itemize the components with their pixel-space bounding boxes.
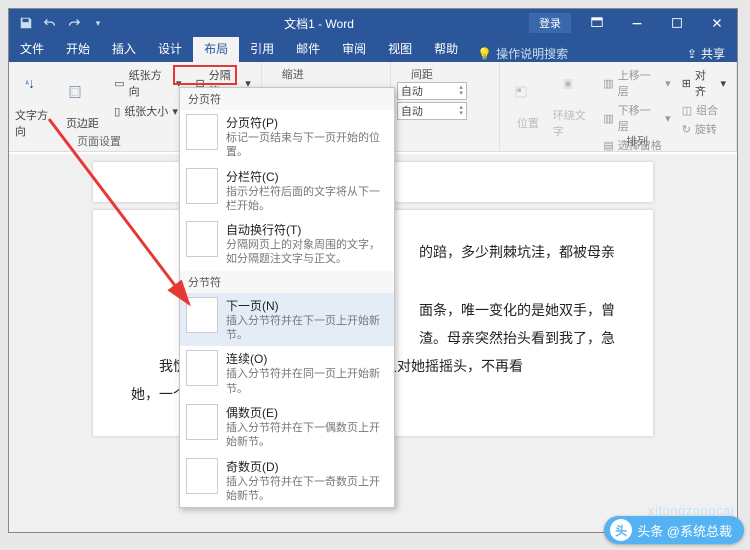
send-backward-button: ▥ 下移一层 ▾ (599, 101, 674, 135)
dd-column-break[interactable]: 分栏符(C)指示分栏符后面的文字将从下一栏开始。 (180, 164, 394, 218)
wrap-label: 环绕文字 (553, 107, 597, 139)
even-page-icon (186, 404, 218, 440)
tab-help[interactable]: 帮助 (423, 37, 469, 62)
arrange-group-label: 排列 (597, 133, 677, 149)
watermark-handle: 头条 @系统总裁 (637, 521, 732, 540)
spacing-before-value: 自动 (401, 83, 423, 99)
title-bar: ▾ 文档1 - Word 登录 (9, 9, 737, 37)
login-button[interactable]: 登录 (529, 13, 571, 33)
text-wrap-icon (186, 221, 218, 257)
page-break-icon (186, 114, 218, 150)
qat-customize[interactable]: ▾ (87, 12, 109, 34)
tab-design[interactable]: 设计 (147, 37, 193, 62)
redo-button[interactable] (63, 12, 85, 34)
breaks-dropdown: 分页符 分页符(P)标记一页结束与下一页开始的位置。 分栏符(C)指示分栏符后面… (179, 87, 395, 508)
next-page-icon (186, 297, 218, 333)
close-button[interactable] (697, 9, 737, 37)
rotate-label: 旋转 (695, 121, 717, 137)
tell-me-search[interactable]: 💡 操作说明搜索 (469, 45, 568, 62)
watermark-badge: 头 头条 @系统总裁 (604, 516, 744, 544)
dd-text-wrap-desc: 分隔网页上的对象周围的文字，如分隔题注文字与正文。 (226, 238, 388, 267)
position-button: 位置 (506, 66, 550, 149)
tab-mailings[interactable]: 邮件 (285, 37, 331, 62)
bring-fwd-label: 上移一层 (618, 67, 661, 99)
dd-odd-page[interactable]: 奇数页(D)插入分节符并在下一奇数页上开始新节。 (180, 454, 394, 508)
margins-label: 页边距 (66, 115, 99, 131)
continuous-icon (186, 350, 218, 386)
group-btn-label: 组合 (696, 102, 718, 118)
size-icon: ▯ (114, 105, 120, 118)
share-icon: ⇪ (687, 47, 697, 61)
save-button[interactable] (15, 12, 37, 34)
spacing-header: 间距 (397, 66, 493, 82)
share-button[interactable]: ⇪ 共享 (675, 45, 737, 62)
dd-odd-page-desc: 插入分节符并在下一奇数页上开始新节。 (226, 475, 388, 504)
ribbon-tabs: 文件 开始 插入 设计 布局 引用 邮件 审阅 视图 帮助 💡 操作说明搜索 ⇪… (9, 37, 737, 62)
ribbon-options-button[interactable] (577, 9, 617, 37)
position-label: 位置 (517, 115, 539, 131)
lightbulb-icon: 💡 (477, 47, 492, 61)
orientation-button[interactable]: ▭纸张方向 ▾ (110, 66, 185, 100)
dd-continuous-title: 连续(O) (226, 350, 388, 367)
document-title: 文档1 - Word (109, 15, 529, 32)
spacing-after-value: 自动 (401, 103, 423, 119)
spacing-before-input[interactable]: 自动▴▾ (397, 82, 467, 100)
wrap-icon (561, 77, 589, 105)
dd-odd-page-title: 奇数页(D) (226, 458, 388, 475)
text-direction-icon: A (23, 77, 51, 105)
size-button[interactable]: ▯纸张大小 ▾ (110, 102, 185, 120)
dd-even-page-title: 偶数页(E) (226, 404, 388, 421)
orientation-label: 纸张方向 (129, 67, 172, 99)
indent-header: 缩进 (268, 66, 384, 82)
page-setup-group-label: 页面设置 (29, 133, 169, 149)
tab-view[interactable]: 视图 (377, 37, 423, 62)
size-label: 纸张大小 (124, 103, 168, 119)
dd-even-page-desc: 插入分节符并在下一偶数页上开始新节。 (226, 421, 388, 450)
rotate-button: ↻ 旋转 (678, 120, 730, 138)
dd-page-break-title: 分页符(P) (226, 114, 388, 131)
dd-column-break-title: 分栏符(C) (226, 168, 388, 185)
dd-column-break-desc: 指示分栏符后面的文字将从下一栏开始。 (226, 185, 388, 214)
dd-page-break-desc: 标记一页结束与下一页开始的位置。 (226, 131, 388, 160)
dd-next-page[interactable]: 下一页(N)插入分节符并在下一页上开始新节。 (180, 293, 394, 347)
dd-next-page-title: 下一页(N) (226, 297, 388, 314)
orientation-icon: ▭ (114, 77, 124, 90)
tab-references[interactable]: 引用 (239, 37, 285, 62)
column-break-icon (186, 168, 218, 204)
dd-even-page[interactable]: 偶数页(E)插入分节符并在下一偶数页上开始新节。 (180, 400, 394, 454)
odd-page-icon (186, 458, 218, 494)
group-button: ◫ 组合 (678, 101, 730, 119)
dd-section-page-breaks: 分页符 (180, 88, 394, 110)
tab-home[interactable]: 开始 (55, 37, 101, 62)
minimize-button[interactable] (617, 9, 657, 37)
maximize-button[interactable] (657, 9, 697, 37)
undo-button[interactable] (39, 12, 61, 34)
dd-next-page-desc: 插入分节符并在下一页上开始新节。 (226, 314, 388, 343)
quick-access-toolbar: ▾ (9, 12, 109, 34)
dd-section-section-breaks: 分节符 (180, 271, 394, 293)
dd-text-wrap-break[interactable]: 自动换行符(T)分隔网页上的对象周围的文字，如分隔题注文字与正文。 (180, 217, 394, 271)
tell-me-label: 操作说明搜索 (496, 45, 568, 62)
tab-review[interactable]: 审阅 (331, 37, 377, 62)
bring-forward-button: ▥ 上移一层 ▾ (599, 66, 674, 100)
dd-page-break[interactable]: 分页符(P)标记一页结束与下一页开始的位置。 (180, 110, 394, 164)
wrap-text-button: 环绕文字 (553, 66, 597, 149)
tab-file[interactable]: 文件 (9, 37, 55, 62)
align-button[interactable]: ⊞ 对齐 ▾ (678, 66, 730, 100)
watermark-avatar-icon: 头 (610, 519, 632, 541)
dd-continuous-desc: 插入分节符并在同一页上开始新节。 (226, 367, 388, 396)
align-label: 对齐 (695, 67, 717, 99)
dd-text-wrap-title: 自动换行符(T) (226, 221, 388, 238)
send-back-label: 下移一层 (618, 102, 661, 134)
tab-insert[interactable]: 插入 (101, 37, 147, 62)
position-icon (514, 85, 542, 113)
margins-icon (68, 85, 96, 113)
dd-continuous[interactable]: 连续(O)插入分节符并在同一页上开始新节。 (180, 346, 394, 400)
svg-text:A: A (25, 80, 29, 86)
share-label: 共享 (701, 45, 725, 62)
tab-layout[interactable]: 布局 (193, 37, 239, 62)
spacing-after-input[interactable]: 自动▴▾ (397, 102, 467, 120)
